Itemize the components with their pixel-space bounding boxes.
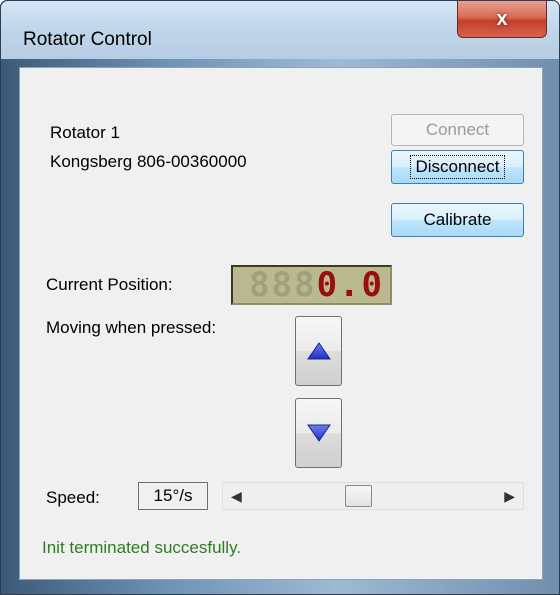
position-display: 888 0.0: [231, 265, 392, 305]
close-button[interactable]: x: [457, 1, 547, 38]
speed-value-field: 15°/s: [138, 482, 208, 510]
rotator-control-window: Rotator Control x Rotator 1 Kongsberg 80…: [0, 0, 560, 595]
calibrate-button[interactable]: Calibrate: [391, 203, 524, 237]
device-name: Rotator 1: [50, 123, 120, 142]
disconnect-button[interactable]: Disconnect: [391, 150, 524, 184]
window-title: Rotator Control: [23, 29, 152, 50]
scroll-left-arrow-icon[interactable]: ◀: [231, 488, 242, 505]
speed-slider[interactable]: ◀ ▶: [222, 482, 524, 510]
lcd-ghost-digits: 888: [249, 265, 317, 305]
title-bar[interactable]: Rotator Control x: [1, 1, 559, 59]
moving-when-pressed-label: Moving when pressed:: [46, 318, 217, 337]
triangle-down-icon: [306, 424, 331, 442]
current-position-label: Current Position:: [46, 275, 173, 294]
scroll-right-arrow-icon[interactable]: ▶: [504, 488, 515, 505]
position-value: 0.0: [316, 265, 384, 305]
client-area: Rotator 1 Kongsberg 806-00360000 Connect…: [19, 67, 543, 580]
move-down-button[interactable]: [295, 398, 342, 468]
move-up-button[interactable]: [295, 316, 342, 386]
device-model: Kongsberg 806-00360000: [50, 152, 247, 171]
speed-slider-thumb[interactable]: [345, 485, 373, 507]
speed-label: Speed:: [46, 488, 100, 507]
close-icon: x: [496, 7, 508, 30]
disconnect-label: Disconnect: [410, 155, 505, 179]
connect-button[interactable]: Connect: [391, 114, 524, 146]
triangle-up-icon: [306, 342, 331, 360]
status-message: Init terminated succesfully.: [42, 538, 242, 557]
